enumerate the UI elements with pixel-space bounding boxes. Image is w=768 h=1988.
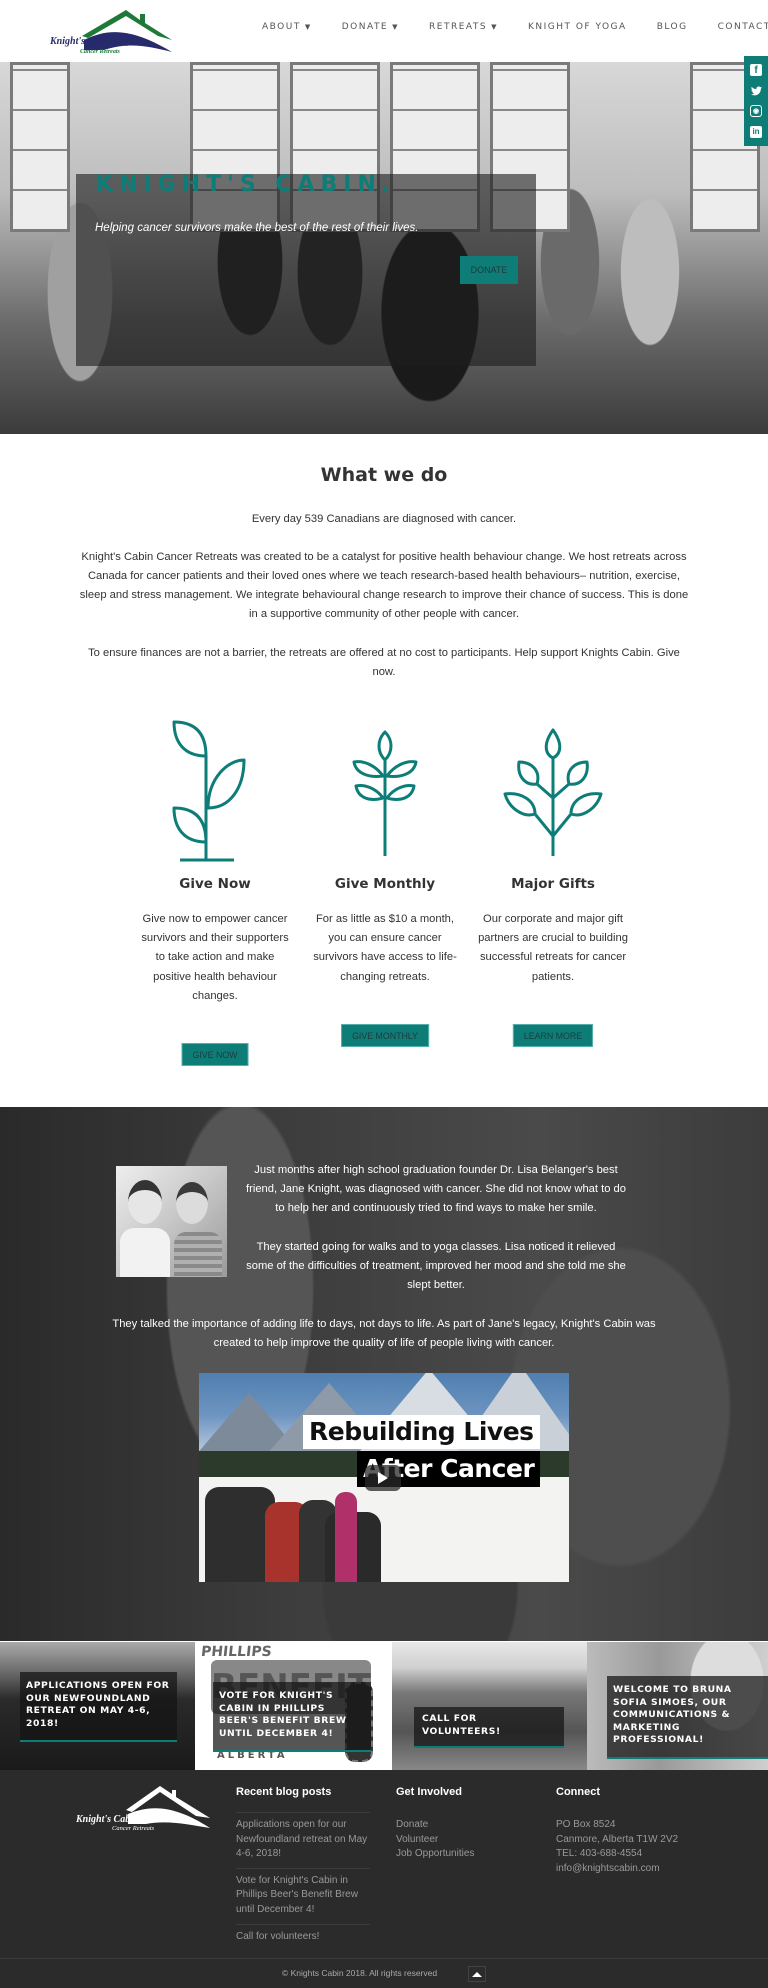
linkedin-icon[interactable]: in bbox=[750, 125, 762, 138]
logo-tagline: Cancer Retreats bbox=[80, 49, 120, 55]
blog-tile[interactable]: PHILLIPS BENEFIT ALBERTA VOTE FOR KNIGHT… bbox=[197, 1642, 392, 1770]
intro-paragraph: Every day 539 Canadians are diagnosed wi… bbox=[251, 513, 517, 525]
video-player[interactable]: Rebuilding Lives After Cancer bbox=[199, 1373, 569, 1582]
give-now-text: Give now to empower cancer survivors and… bbox=[141, 913, 289, 1002]
hero-title: KNIGHT'S CABIN. bbox=[96, 172, 397, 197]
footer-jobs-link[interactable]: Job Opportunities bbox=[396, 1847, 474, 1862]
main-nav: ABOUT ▼ DONATE ▼ RETREATS ▼ KNIGHT OF YOGA … bbox=[262, 22, 768, 32]
nav-retreats[interactable]: RETREATS ▼ bbox=[429, 22, 498, 32]
blog-tile[interactable]: APPLICATIONS OPEN FOR OUR NEWFOUNDLAND R… bbox=[0, 1642, 195, 1770]
give-now-title: Give Now bbox=[179, 876, 251, 892]
recent-post-link[interactable]: Call for volunteers! bbox=[236, 1923, 370, 1951]
story-paragraph-1: Just months after high school graduation… bbox=[246, 1164, 626, 1215]
plant-wheat-icon bbox=[352, 730, 418, 856]
plant-sprout-icon bbox=[172, 720, 246, 862]
blog-tile-caption: APPLICATIONS OPEN FOR OUR NEWFOUNDLAND R… bbox=[20, 1672, 177, 1742]
caret-down-icon: ▼ bbox=[392, 23, 400, 31]
nav-about[interactable]: ABOUT ▼ bbox=[262, 22, 312, 32]
blog-tile-caption: WELCOME TO BRUNA SOFIA SIMOES, OUR COMMU… bbox=[607, 1676, 768, 1759]
founder-story-section: Just months after high school graduation… bbox=[0, 1107, 768, 1641]
nav-label: DONATE bbox=[341, 22, 389, 32]
connect-heading: Connect bbox=[556, 1786, 600, 1798]
logo-name: Knight's Cabin bbox=[49, 36, 113, 47]
major-gifts-card: Major Gifts Our corporate and major gift… bbox=[478, 718, 628, 1047]
give-monthly-title: Give Monthly bbox=[334, 876, 436, 892]
support-paragraph: To ensure finances are not a barrier, th… bbox=[88, 647, 680, 678]
footer-logo[interactable]: Knight's Cabin Cancer Retreats bbox=[76, 1784, 212, 1834]
founders-photo bbox=[116, 1166, 227, 1277]
learn-more-button[interactable]: LEARN MORE bbox=[512, 1024, 594, 1047]
section-title: What we do bbox=[320, 464, 448, 486]
recent-posts-column: Recent blog posts Applications open for … bbox=[236, 1786, 370, 1950]
social-bar: f ◉ in bbox=[744, 56, 768, 146]
site-footer: Knight's Cabin Cancer Retreats Recent bl… bbox=[0, 1770, 768, 1988]
logo[interactable]: Knight's Cabin Cancer Retreats bbox=[48, 6, 174, 56]
footer-logo-name: Knight's Cabin bbox=[76, 1814, 139, 1825]
nav-knight-of-yoga[interactable]: KNIGHT OF YOGA bbox=[528, 22, 627, 32]
blog-tile-caption: VOTE FOR KNIGHT'S CABIN IN PHILLIPS BEER… bbox=[213, 1682, 371, 1752]
nav-label: ABOUT bbox=[262, 22, 301, 32]
back-to-top-icon[interactable] bbox=[468, 1966, 486, 1982]
copyright: © Knights Cabin 2018. All rights reserve… bbox=[282, 1968, 438, 1978]
get-involved-column: Get Involved Donate Volunteer Job Opport… bbox=[396, 1786, 474, 1862]
video-title-line-1: Rebuilding Lives bbox=[303, 1415, 540, 1449]
blog-tile[interactable]: CALL FOR VOLUNTEERS! bbox=[392, 1642, 587, 1770]
give-monthly-card: Give Monthly For as little as $10 a mont… bbox=[310, 718, 460, 1047]
hero-bg-window bbox=[10, 62, 70, 232]
footer-volunteer-link[interactable]: Volunteer bbox=[396, 1833, 474, 1848]
give-now-button[interactable]: GIVE NOW bbox=[181, 1043, 249, 1066]
hero-banner bbox=[0, 62, 768, 434]
email-link[interactable]: info@knightscabin.com bbox=[556, 1862, 678, 1877]
caret-down-icon: ▼ bbox=[304, 23, 312, 31]
story-paragraph-2: They started going for walks and to yoga… bbox=[246, 1241, 626, 1292]
footer-logo-tagline: Cancer Retreats bbox=[112, 1825, 155, 1832]
hero-donate-button[interactable]: DONATE bbox=[460, 256, 518, 284]
story-paragraph-3: They talked the importance of adding lif… bbox=[112, 1318, 656, 1350]
phillips-logo-text: PHILLIPS bbox=[200, 1644, 273, 1660]
nav-blog[interactable]: BLOG bbox=[657, 22, 688, 32]
hero-subtitle: Helping cancer survivors make the best o… bbox=[95, 222, 419, 234]
plant-branch-icon bbox=[503, 728, 603, 856]
recent-post-link[interactable]: Vote for Knight's Cabin in Phillips Beer… bbox=[236, 1867, 370, 1924]
give-monthly-text: For as little as $10 a month, you can en… bbox=[313, 913, 457, 983]
nav-label: RETREATS bbox=[429, 22, 488, 32]
major-gifts-title: Major Gifts bbox=[511, 876, 595, 892]
site-header: Knight's Cabin Cancer Retreats ABOUT ▼ DO… bbox=[0, 0, 768, 62]
phone-link[interactable]: TEL: 403-688-4554 bbox=[556, 1847, 678, 1862]
get-involved-heading: Get Involved bbox=[396, 1786, 463, 1798]
address-line: Canmore, Alberta T1W 2V2 bbox=[556, 1833, 679, 1845]
play-icon[interactable] bbox=[365, 1465, 401, 1491]
blog-tiles: APPLICATIONS OPEN FOR OUR NEWFOUNDLAND R… bbox=[0, 1642, 768, 1770]
major-gifts-text: Our corporate and major gift partners ar… bbox=[478, 913, 628, 983]
facebook-icon[interactable]: f bbox=[750, 64, 762, 77]
recent-posts-heading: Recent blog posts bbox=[236, 1786, 332, 1798]
instagram-icon[interactable]: ◉ bbox=[750, 105, 762, 118]
recent-post-link[interactable]: Applications open for our Newfoundland r… bbox=[236, 1812, 370, 1868]
connect-column: Connect PO Box 8524 Canmore, Alberta T1W… bbox=[556, 1786, 678, 1876]
footer-donate-link[interactable]: Donate bbox=[396, 1818, 474, 1833]
nav-contact[interactable]: CONTACT bbox=[718, 22, 768, 32]
give-now-card: Give Now Give now to empower cancer surv… bbox=[140, 718, 290, 1066]
caret-down-icon: ▼ bbox=[491, 23, 498, 31]
address-line: PO Box 8524 bbox=[556, 1819, 616, 1830]
mission-paragraph: Knight's Cabin Cancer Retreats was creat… bbox=[79, 551, 689, 620]
nav-donate[interactable]: DONATE ▼ bbox=[342, 22, 399, 32]
give-monthly-button[interactable]: GIVE MONTHLY bbox=[341, 1024, 429, 1047]
blog-tile-caption: CALL FOR VOLUNTEERS! bbox=[414, 1707, 564, 1748]
twitter-icon[interactable] bbox=[750, 85, 762, 97]
blog-tile[interactable]: WELCOME TO BRUNA SOFIA SIMOES, OUR COMMU… bbox=[587, 1642, 768, 1770]
footer-divider bbox=[0, 1958, 768, 1959]
